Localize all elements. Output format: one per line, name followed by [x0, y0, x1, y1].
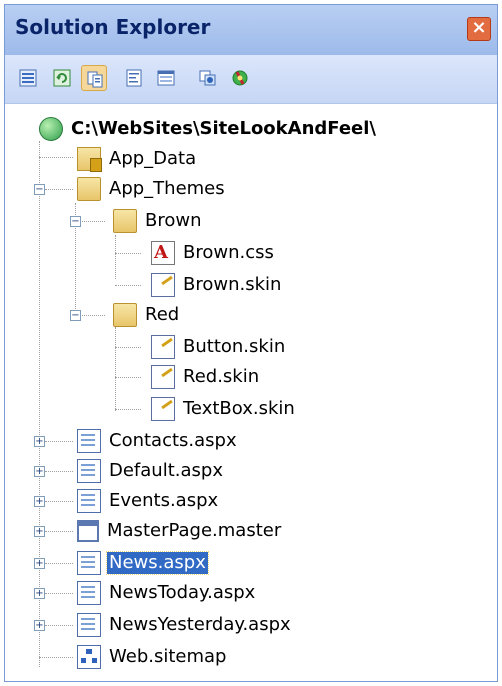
view-designer-button[interactable]: [153, 65, 179, 91]
tree-item-app-themes[interactable]: App_Themes: [77, 173, 227, 205]
tree-item-red-skin[interactable]: Red.skin: [151, 361, 261, 393]
aspx-file-icon: [77, 459, 101, 483]
tree-item-red[interactable]: Red: [113, 299, 181, 331]
tree-item-label: Red.skin: [183, 366, 260, 387]
tree-item-events[interactable]: Events.aspx: [77, 485, 220, 517]
collapse-icon[interactable]: −: [70, 216, 81, 227]
expand-icon[interactable]: +: [34, 466, 45, 477]
tree-item-newstoday[interactable]: NewsToday.aspx: [77, 577, 257, 609]
view-designer-icon: [157, 70, 175, 86]
tree-item-label: Contacts.aspx: [109, 430, 237, 451]
copy-web-site-button[interactable]: [195, 65, 221, 91]
tree-item-label: Default.aspx: [109, 460, 223, 481]
expand-icon[interactable]: +: [34, 496, 45, 507]
close-icon[interactable]: ×: [467, 17, 491, 41]
skin-file-icon: [151, 397, 175, 421]
tree-item-label: NewsToday.aspx: [109, 582, 256, 603]
tree-item-label: Web.sitemap: [109, 646, 227, 667]
expand-icon[interactable]: +: [34, 436, 45, 447]
expand-icon[interactable]: +: [34, 526, 45, 537]
tree-item-label: Events.aspx: [109, 490, 219, 511]
tree-item-default[interactable]: Default.aspx: [77, 455, 225, 487]
tree-item-label: News.aspx: [106, 551, 209, 575]
window-title: Solution Explorer: [15, 15, 211, 39]
expand-icon[interactable]: +: [34, 620, 45, 631]
expand-icon[interactable]: +: [34, 558, 45, 569]
app-data-folder-icon: [77, 147, 102, 172]
refresh-button[interactable]: [49, 65, 75, 91]
solution-explorer-window: Solution Explorer × C:\WebSites\SiteLook…: [4, 4, 498, 682]
aspx-file-icon: [77, 581, 101, 605]
tree-item-textbox-skin[interactable]: TextBox.skin: [151, 393, 297, 425]
collapse-icon[interactable]: −: [34, 184, 45, 195]
sitemap-file-icon: [77, 645, 101, 669]
tree-item-label: Brown.skin: [183, 274, 282, 295]
expand-icon[interactable]: +: [34, 588, 45, 599]
folder-icon: [113, 209, 137, 233]
collapse-icon[interactable]: −: [70, 310, 81, 321]
tree-item-app-data[interactable]: App_Data: [77, 143, 198, 175]
tree-item-label: TextBox.skin: [183, 398, 295, 419]
master-page-icon: [77, 520, 99, 542]
tree-item-masterpage[interactable]: MasterPage.master: [77, 515, 283, 547]
skin-file-icon: [151, 273, 175, 297]
tree-item-brown-skin[interactable]: Brown.skin: [151, 269, 283, 301]
aspx-file-icon: [77, 613, 101, 637]
aspx-file-icon: [77, 551, 101, 575]
tree-root[interactable]: C:\WebSites\SiteLookAndFeel\: [39, 113, 378, 145]
aspx-file-icon: [77, 489, 101, 513]
folder-icon: [113, 303, 137, 327]
asp-net-configuration-button[interactable]: [227, 65, 253, 91]
tree-item-news[interactable]: News.aspx: [77, 547, 209, 579]
tree-root-label: C:\WebSites\SiteLookAndFeel\: [71, 118, 376, 139]
tree-item-brown[interactable]: Brown: [113, 205, 204, 237]
skin-file-icon: [151, 365, 175, 389]
refresh-icon: [53, 69, 71, 87]
copy-web-site-icon: [199, 70, 216, 86]
folder-icon: [77, 177, 101, 201]
tree-item-label: Brown: [145, 210, 202, 231]
properties-icon: [19, 69, 37, 87]
solution-tree: C:\WebSites\SiteLookAndFeel\ App_Data − …: [5, 105, 497, 681]
title-bar: Solution Explorer ×: [5, 5, 497, 55]
web-project-icon: [39, 117, 63, 141]
tree-item-web-sitemap[interactable]: Web.sitemap: [77, 641, 228, 673]
toolbar: [5, 55, 497, 104]
tree-item-label: Button.skin: [183, 336, 286, 357]
css-file-icon: [151, 241, 175, 265]
show-all-files-button[interactable]: [81, 65, 107, 91]
view-code-button[interactable]: [121, 65, 147, 91]
tree-item-newsyesterday[interactable]: NewsYesterday.aspx: [77, 609, 293, 641]
tree-item-label: NewsYesterday.aspx: [109, 614, 291, 635]
tree-item-label: Red: [145, 304, 180, 325]
skin-file-icon: [151, 335, 175, 359]
tree-item-label: Brown.css: [183, 242, 274, 263]
tree-item-label: MasterPage.master: [107, 520, 282, 541]
tree-item-label: App_Themes: [109, 178, 225, 199]
view-code-icon: [126, 69, 142, 87]
asp-net-configuration-icon: [232, 70, 248, 86]
tree-item-label: App_Data: [109, 148, 197, 169]
aspx-file-icon: [77, 429, 101, 453]
tree-item-brown-css[interactable]: Brown.css: [151, 237, 276, 269]
tree-item-contacts[interactable]: Contacts.aspx: [77, 425, 239, 457]
properties-button[interactable]: [15, 65, 41, 91]
show-all-files-icon: [87, 71, 103, 88]
tree-item-button-skin[interactable]: Button.skin: [151, 331, 287, 363]
